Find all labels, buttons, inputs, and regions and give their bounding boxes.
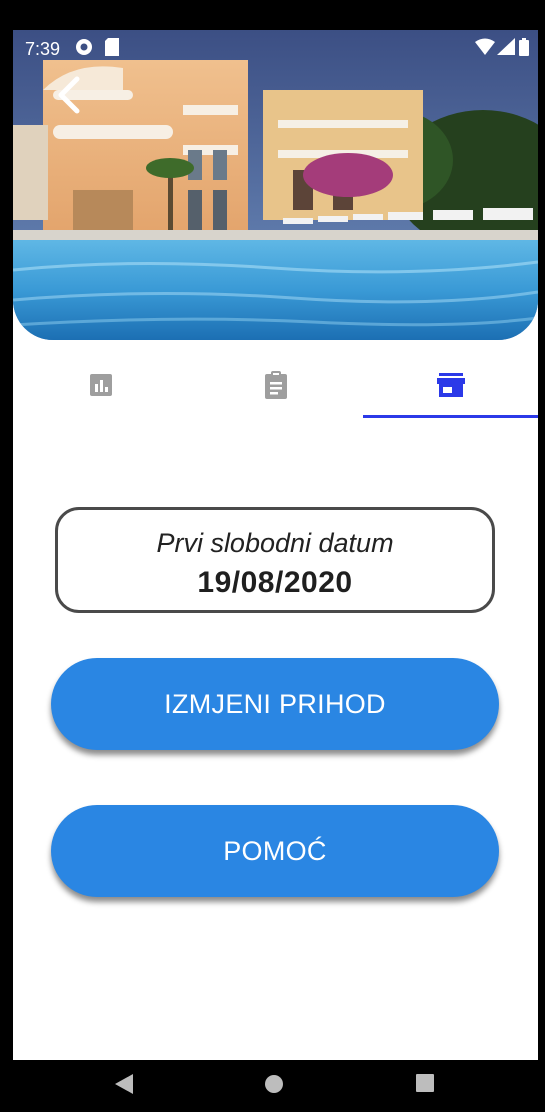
storefront-icon (436, 373, 465, 397)
clipboard-icon (264, 371, 287, 399)
app-screen: 7:39 Prvi slobodni datum 19/08/2020 IZMJ… (13, 30, 538, 1060)
back-triangle-icon[interactable] (115, 1074, 133, 1099)
help-button[interactable]: POMOĆ (51, 805, 499, 897)
bar-chart-icon (89, 374, 112, 396)
tab-indicator (363, 415, 538, 418)
status-time: 7:39 (25, 39, 61, 59)
first-free-date-card: Prvi slobodni datum 19/08/2020 (55, 507, 495, 613)
home-circle-icon[interactable] (264, 1074, 284, 1099)
tab-bar (13, 350, 538, 420)
tab-property[interactable] (363, 350, 538, 420)
recents-square-icon[interactable] (416, 1074, 434, 1097)
tab-statistics[interactable] (13, 350, 188, 420)
date-value: 19/08/2020 (197, 566, 353, 599)
edit-income-button[interactable]: IZMJENI PRIHOD (51, 658, 499, 750)
phone-frame: 7:39 Prvi slobodni datum 19/08/2020 IZMJ… (0, 0, 545, 1112)
system-navigation-bar (0, 1060, 545, 1112)
date-label: Prvi slobodni datum (156, 528, 394, 558)
status-bar: 7:39 (13, 30, 538, 64)
back-arrow-icon[interactable] (51, 75, 91, 115)
header-photo: 7:39 (13, 30, 538, 340)
tab-details[interactable] (188, 350, 363, 420)
